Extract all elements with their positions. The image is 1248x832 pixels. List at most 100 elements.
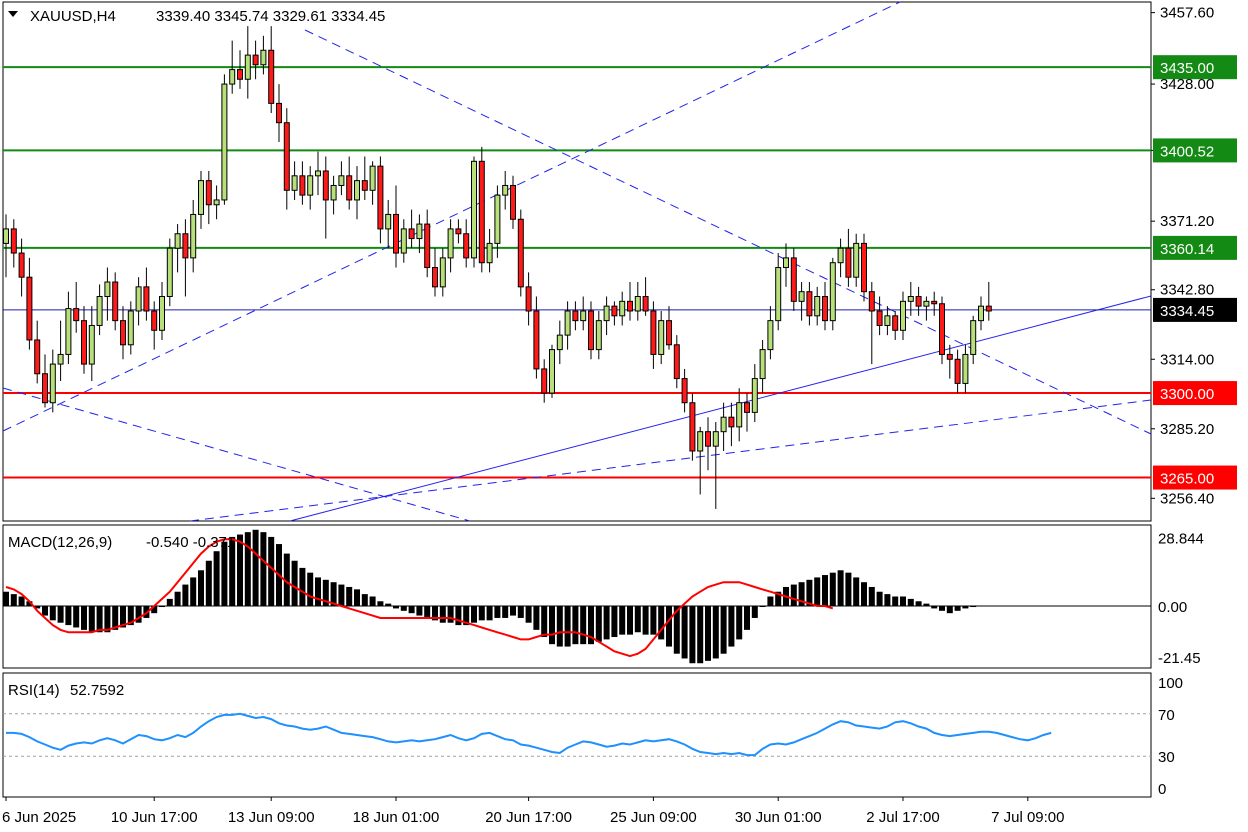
- macd-histogram-bar: [876, 591, 883, 607]
- rsi-title: RSI(14): [8, 682, 60, 699]
- candle-bull: [221, 83, 228, 201]
- candle-bear: [205, 180, 212, 206]
- candle-bull: [307, 175, 314, 196]
- candle-bull: [962, 353, 969, 384]
- macd-histogram-bar: [369, 596, 376, 607]
- macd-values: -0.540 -0.371: [146, 534, 235, 551]
- macd-histogram-bar: [705, 606, 711, 661]
- trading-chart[interactable]: 3457.603428.003400.523371.203342.803314.…: [0, 0, 1248, 832]
- price-panel[interactable]: [2, 1, 1152, 522]
- macd-histogram-bar: [174, 591, 181, 607]
- candle-bear: [541, 368, 548, 394]
- macd-histogram-bar: [822, 575, 828, 607]
- candle-bull: [619, 300, 626, 317]
- candle-bear: [517, 218, 524, 288]
- time-tick-label: 10 Jun 17:00: [111, 809, 198, 826]
- candle-bull: [837, 247, 844, 264]
- macd-histogram-bar: [814, 577, 821, 607]
- macd-histogram-bar: [853, 577, 860, 607]
- macd-scale: 28.844 0.00 -21.45: [1158, 530, 1204, 667]
- macd-histogram-bar: [299, 567, 306, 607]
- candle-bull: [884, 315, 891, 326]
- level-tag-label: 3265.00: [1160, 471, 1214, 488]
- candle-bear: [985, 305, 992, 312]
- candle-bull: [447, 228, 454, 259]
- candle-bull: [159, 296, 165, 331]
- candle-bull: [751, 378, 758, 413]
- candle-bear: [868, 291, 875, 312]
- candle-bull: [736, 402, 743, 428]
- macd-histogram-bar: [260, 532, 267, 607]
- candle-bear: [151, 310, 158, 331]
- macd-histogram-bar: [486, 606, 493, 621]
- candle-bear: [533, 310, 540, 370]
- macd-histogram-bar: [346, 586, 353, 607]
- candle-bull: [104, 281, 111, 298]
- macd-histogram-bar: [892, 596, 899, 607]
- macd-histogram-bar: [416, 606, 423, 616]
- macd-histogram-bar: [96, 606, 103, 633]
- candle-bear: [346, 175, 353, 201]
- rsi-scale-label: 70: [1158, 707, 1175, 724]
- candle-bull: [814, 296, 821, 317]
- macd-histogram-bar: [88, 606, 95, 633]
- macd-histogram-bar: [18, 596, 25, 607]
- candle-bear: [283, 122, 290, 191]
- candle-bear: [939, 303, 945, 355]
- candle-bull: [697, 431, 704, 452]
- candle-bear: [73, 308, 80, 322]
- symbol-label: XAUUSD,H4: [30, 8, 116, 25]
- macd-histogram-bar: [237, 534, 243, 607]
- rsi-scale: 100 70 30 0: [1158, 675, 1183, 798]
- macd-histogram-bar: [549, 606, 555, 645]
- candle-bear: [408, 228, 415, 240]
- candle-bull: [369, 165, 376, 191]
- candle-bear: [120, 320, 126, 346]
- macd-histogram-bar: [221, 541, 228, 607]
- macd-histogram-bar: [556, 606, 563, 647]
- macd-histogram-bar: [510, 606, 516, 616]
- candle-bear: [424, 223, 431, 269]
- candle-bear: [728, 416, 735, 428]
- macd-histogram-bar: [73, 606, 80, 628]
- macd-histogram-bar: [619, 606, 626, 635]
- macd-histogram-bar: [198, 570, 204, 607]
- candle-bear: [892, 315, 899, 331]
- candle-bear: [681, 378, 688, 404]
- candle-bull: [603, 305, 610, 322]
- macd-histogram-bar: [408, 606, 415, 614]
- candle-bear: [42, 373, 48, 404]
- candle-bear: [650, 310, 657, 355]
- candle-bull: [3, 228, 9, 244]
- rsi-scale-label: 0: [1158, 781, 1166, 798]
- macd-histogram-bar: [790, 584, 797, 607]
- macd-histogram-bar: [915, 601, 922, 607]
- candle-bull: [486, 242, 493, 264]
- macd-histogram-bar: [213, 551, 220, 607]
- candle-bull: [783, 257, 789, 269]
- macd-histogram-bar: [400, 606, 407, 611]
- macd-histogram-bar: [182, 584, 189, 607]
- macd-histogram-bar: [354, 589, 360, 607]
- candle-bull: [213, 199, 220, 206]
- candle-bear: [822, 296, 828, 322]
- candle-bull: [767, 320, 774, 351]
- candle-bull: [135, 286, 142, 312]
- macd-histogram-bar: [439, 606, 446, 623]
- candle-bull: [96, 296, 103, 326]
- time-tick-label: 13 Jun 09:00: [228, 809, 315, 826]
- macd-histogram-bar: [455, 606, 462, 626]
- macd-histogram-bar: [767, 596, 774, 607]
- macd-histogram-bar: [3, 591, 9, 607]
- time-tick-label: 20 Jun 17:00: [485, 809, 572, 826]
- rsi-value: 52.7592: [70, 682, 124, 699]
- rsi-scale-label: 30: [1158, 749, 1175, 766]
- candle-bear: [954, 358, 961, 384]
- macd-histogram-bar: [307, 572, 314, 607]
- candle-bear: [931, 300, 938, 305]
- macd-histogram-bar: [252, 529, 259, 607]
- candle-bear: [478, 160, 485, 264]
- macd-histogram-bar: [658, 606, 665, 640]
- candle-bull: [556, 334, 563, 351]
- macd-histogram-bar: [954, 606, 961, 611]
